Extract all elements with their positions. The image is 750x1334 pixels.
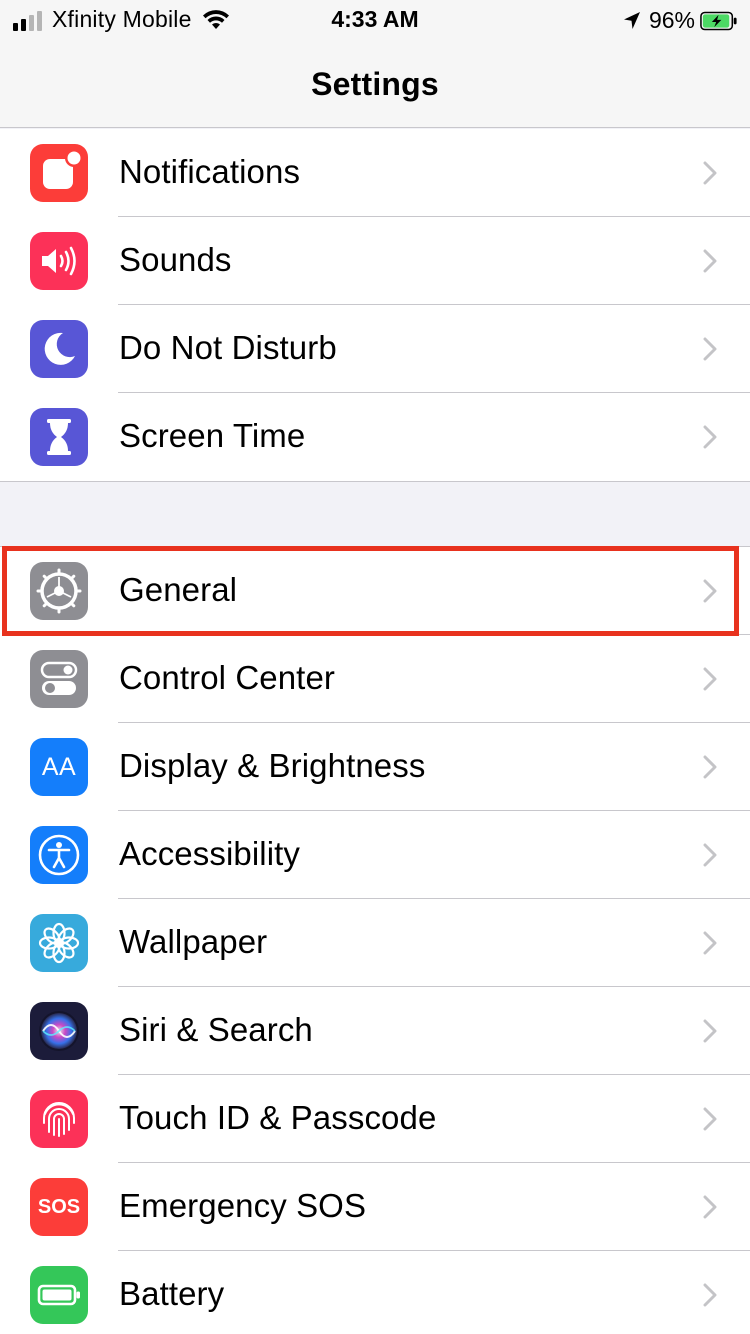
toggles-icon	[30, 650, 88, 708]
flower-icon	[30, 914, 88, 972]
chevron-right-icon	[703, 425, 717, 449]
settings-group-1: Notifications Sounds Do Not Disturb Scre…	[0, 129, 750, 482]
gear-icon	[30, 562, 88, 620]
settings-screen: Xfinity Mobile 4:33 AM 96% Settings Noti…	[0, 0, 750, 1334]
settings-row-screen-time[interactable]: Screen Time	[0, 393, 750, 481]
sos-icon: SOS	[30, 1178, 88, 1236]
chevron-right-icon	[703, 337, 717, 361]
row-label: Screen Time	[119, 417, 306, 454]
chevron-right-icon	[703, 667, 717, 691]
hourglass-icon	[30, 408, 88, 466]
sounds-icon	[30, 232, 88, 290]
chevron-right-icon	[703, 579, 717, 603]
status-bar: Xfinity Mobile 4:33 AM 96%	[0, 0, 750, 42]
text-size-icon: AA	[30, 738, 88, 796]
battery-charging-icon	[700, 11, 737, 30]
row-label: Touch ID & Passcode	[119, 1099, 437, 1136]
settings-row-touch-id-passcode[interactable]: Touch ID & Passcode	[0, 1075, 750, 1163]
row-label: Wallpaper	[119, 923, 268, 960]
siri-icon	[30, 1002, 88, 1060]
settings-group-2: General Control Center AA Display & Brig	[0, 546, 750, 1334]
wifi-icon	[202, 10, 229, 29]
settings-row-general[interactable]: General	[0, 547, 750, 635]
page-title: Settings	[311, 66, 439, 102]
row-label: Notifications	[119, 153, 301, 190]
row-label: Do Not Disturb	[119, 329, 337, 366]
settings-row-siri-search[interactable]: Siri & Search	[0, 987, 750, 1075]
battery-icon	[30, 1266, 88, 1324]
location-arrow-icon	[623, 11, 640, 29]
text-size-glyph: AA	[41, 752, 77, 781]
chevron-right-icon	[703, 1195, 717, 1219]
sos-glyph: SOS	[37, 1195, 81, 1218]
chevron-right-icon	[703, 843, 717, 867]
settings-row-control-center[interactable]: Control Center	[0, 635, 750, 723]
settings-row-battery[interactable]: Battery	[0, 1251, 750, 1334]
chevron-right-icon	[703, 931, 717, 955]
fingerprint-icon	[30, 1090, 88, 1148]
navigation-bar: Settings	[0, 42, 750, 128]
status-left: Xfinity Mobile	[13, 6, 230, 33]
row-label: Sounds	[119, 241, 232, 278]
accessibility-icon	[30, 826, 88, 884]
battery-percent: 96%	[648, 7, 695, 33]
chevron-right-icon	[703, 1283, 717, 1307]
chevron-right-icon	[703, 161, 717, 185]
row-label: Battery	[119, 1275, 225, 1312]
row-label: Display & Brightness	[119, 747, 426, 784]
settings-row-wallpaper[interactable]: Wallpaper	[0, 899, 750, 987]
carrier-name: Xfinity Mobile	[52, 6, 192, 32]
row-label: Accessibility	[119, 835, 301, 872]
row-label: General	[119, 571, 238, 608]
row-label: Control Center	[119, 659, 335, 696]
status-right: 96%	[623, 7, 738, 34]
row-label: Siri & Search	[119, 1011, 313, 1048]
signal-icon	[13, 9, 42, 31]
chevron-right-icon	[703, 1107, 717, 1131]
settings-row-display-brightness[interactable]: AA Display & Brightness	[0, 723, 750, 811]
status-time: 4:33 AM	[331, 6, 419, 32]
settings-row-accessibility[interactable]: Accessibility	[0, 811, 750, 899]
moon-icon	[30, 320, 88, 378]
settings-row-notifications[interactable]: Notifications	[0, 129, 750, 217]
notifications-icon	[30, 144, 88, 202]
settings-row-emergency-sos[interactable]: SOS Emergency SOS	[0, 1163, 750, 1251]
settings-row-do-not-disturb[interactable]: Do Not Disturb	[0, 305, 750, 393]
chevron-right-icon	[703, 755, 717, 779]
chevron-right-icon	[703, 249, 717, 273]
row-label: Emergency SOS	[119, 1187, 367, 1224]
chevron-right-icon	[703, 1019, 717, 1043]
settings-row-sounds[interactable]: Sounds	[0, 217, 750, 305]
